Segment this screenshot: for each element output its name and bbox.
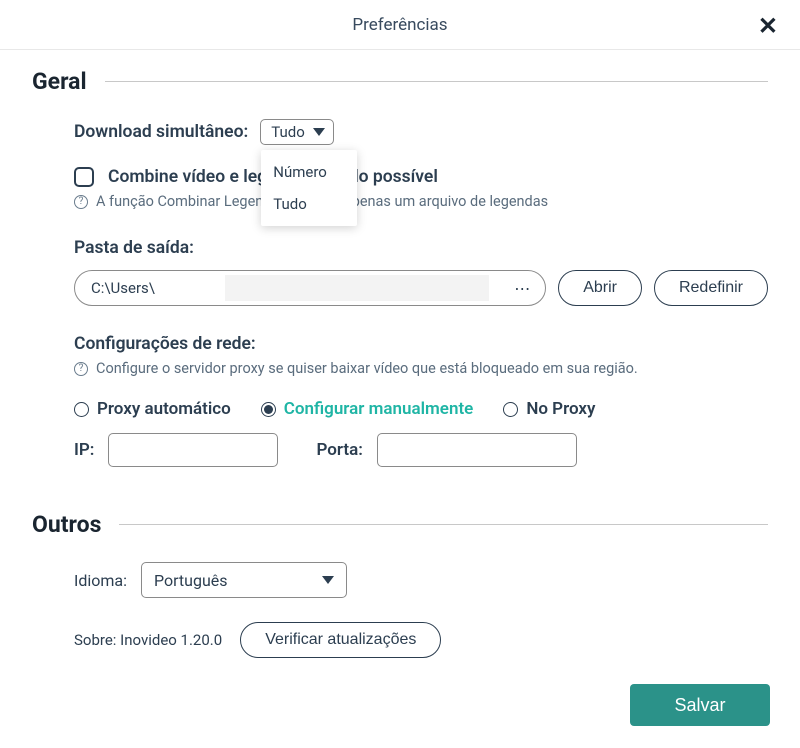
info-icon: ?	[74, 195, 88, 209]
dropdown-item-tudo[interactable]: Tudo	[261, 188, 357, 220]
chevron-down-icon	[322, 576, 334, 584]
section-title-general: Geral	[32, 68, 87, 95]
combine-subtitles-checkbox[interactable]	[74, 167, 94, 187]
proxy-none-option[interactable]: No Proxy	[503, 399, 595, 419]
language-label: Idioma:	[74, 571, 127, 590]
radio-icon	[261, 402, 276, 417]
section-title-others: Outros	[32, 511, 101, 538]
network-settings-info: Configure o servidor proxy se quiser bai…	[96, 360, 638, 377]
browse-ellipsis-icon[interactable]: ⋯	[514, 279, 531, 298]
proxy-manual-option[interactable]: Configurar manualmente	[261, 399, 474, 419]
divider	[105, 81, 768, 82]
proxy-manual-label: Configurar manualmente	[284, 399, 474, 419]
ip-label: IP:	[74, 440, 94, 460]
proxy-auto-option[interactable]: Proxy automático	[74, 399, 231, 419]
download-simultaneous-label: Download simultâneo:	[74, 122, 248, 142]
language-select[interactable]: Português	[141, 562, 347, 598]
download-dropdown-menu: Número Tudo	[261, 150, 357, 226]
output-folder-input[interactable]: C:\Users\ ⋯	[74, 270, 546, 306]
redacted-area	[225, 275, 489, 301]
output-folder-label: Pasta de saída:	[74, 238, 768, 258]
radio-icon	[503, 402, 518, 417]
network-settings-label: Configurações de rede:	[74, 334, 768, 354]
proxy-none-label: No Proxy	[526, 399, 595, 419]
divider	[119, 524, 768, 525]
download-simultaneous-value: Tudo	[271, 123, 305, 141]
reset-button[interactable]: Redefinir	[654, 270, 768, 306]
ip-input[interactable]	[108, 433, 278, 467]
proxy-auto-label: Proxy automático	[97, 399, 231, 419]
language-value: Português	[154, 571, 228, 590]
open-button[interactable]: Abrir	[558, 270, 642, 306]
about-text: Sobre: Inovideo 1.20.0	[74, 631, 222, 649]
close-icon[interactable]: ✕	[758, 12, 778, 40]
save-button[interactable]: Salvar	[630, 684, 770, 726]
port-label: Porta:	[316, 440, 362, 460]
chevron-down-icon	[313, 128, 325, 136]
download-simultaneous-select[interactable]: Tudo Número Tudo	[260, 119, 334, 145]
dropdown-item-numero[interactable]: Número	[261, 156, 357, 188]
output-folder-value: C:\Users\	[91, 279, 155, 297]
radio-icon	[74, 402, 89, 417]
info-icon: ?	[74, 362, 88, 376]
check-updates-button[interactable]: Verificar atualizações	[240, 622, 441, 658]
port-input[interactable]	[377, 433, 577, 467]
dialog-title: Preferências	[352, 15, 447, 35]
